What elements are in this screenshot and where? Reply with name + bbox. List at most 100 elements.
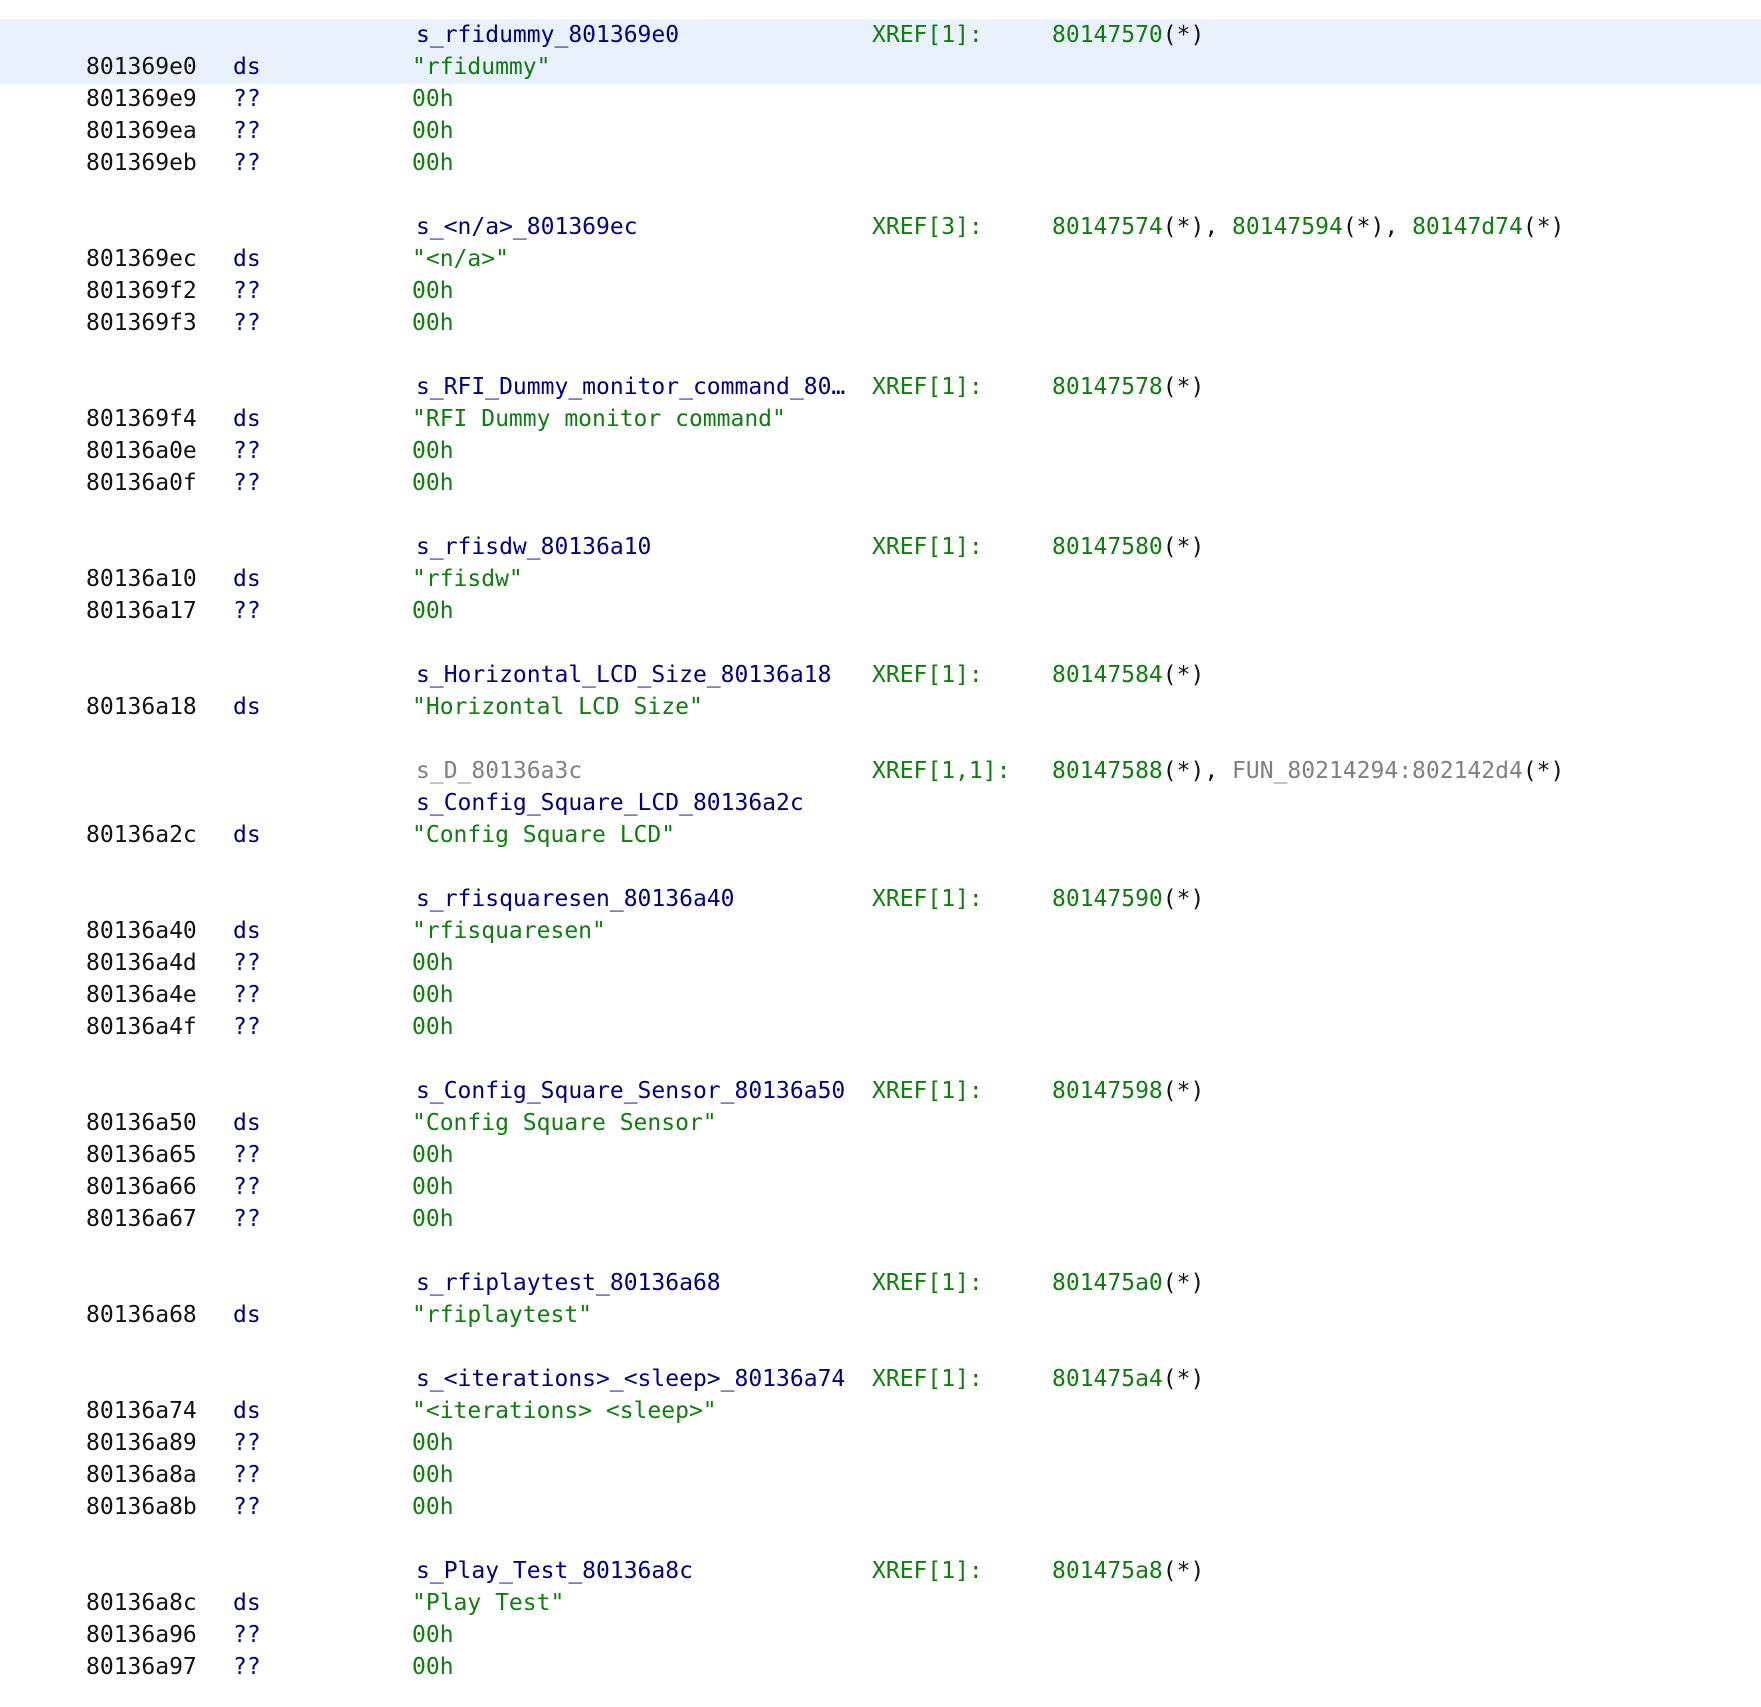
string-operand[interactable]: "rfidummy" xyxy=(412,51,550,83)
xref-address-link[interactable]: 801475a8 xyxy=(1052,1558,1163,1584)
code-unit-row[interactable]: 80136a8a?? 00h xyxy=(0,1459,1761,1491)
string-operand[interactable]: "rfisquaresen" xyxy=(412,915,606,947)
mnemonic[interactable]: ds xyxy=(233,243,261,275)
address[interactable]: 80136a4f xyxy=(86,1011,197,1043)
code-unit-row[interactable]: 80136a96?? 00h xyxy=(0,1619,1761,1651)
address[interactable]: 80136a40 xyxy=(86,915,197,947)
byte-operand[interactable]: 00h xyxy=(412,1171,454,1203)
code-unit-row[interactable]: 80136a68 ds "rfiplaytest" xyxy=(0,1299,1761,1331)
code-unit-row[interactable]: 80136a0e?? 00h xyxy=(0,435,1761,467)
mnemonic[interactable]: ?? xyxy=(233,1459,261,1491)
label-row[interactable]: s_rfisquaresen_80136a40 XREF[1]: 80147590(… xyxy=(0,883,1761,915)
code-unit-row[interactable]: 80136a0f?? 00h xyxy=(0,467,1761,499)
label-row[interactable]: s_Config_Square_LCD_80136a2c xyxy=(0,787,1761,819)
mnemonic[interactable]: ?? xyxy=(233,979,261,1011)
xref-address-link[interactable]: 80147588 xyxy=(1052,758,1163,784)
xref-address-link[interactable]: 80147584 xyxy=(1052,662,1163,688)
xref-address-link[interactable]: 80147d74 xyxy=(1412,214,1523,240)
address[interactable]: 80136a8a xyxy=(86,1459,197,1491)
mnemonic[interactable]: ds xyxy=(233,1587,261,1619)
code-unit-row[interactable]: 80136a4f?? 00h xyxy=(0,1011,1761,1043)
address[interactable]: 80136a68 xyxy=(86,1299,197,1331)
string-operand[interactable]: "Play Test" xyxy=(412,1587,564,1619)
mnemonic[interactable]: ?? xyxy=(233,1619,261,1651)
address[interactable]: 80136a2c xyxy=(86,819,197,851)
byte-operand[interactable]: 00h xyxy=(412,467,454,499)
address[interactable]: 80136a96 xyxy=(86,1619,197,1651)
xref-address-link[interactable]: FUN_80214294:802142d4 xyxy=(1232,758,1523,784)
address[interactable]: 80136a66 xyxy=(86,1171,197,1203)
string-operand[interactable]: "<n/a>" xyxy=(412,243,509,275)
symbol-label[interactable]: s_<n/a>_801369ec xyxy=(416,211,638,243)
address[interactable]: 80136a97 xyxy=(86,1651,197,1683)
label-row[interactable]: s_Play_Test_80136a8c XREF[1]: 801475a8(*) xyxy=(0,1555,1761,1587)
code-unit-row[interactable]: 80136a67?? 00h xyxy=(0,1203,1761,1235)
address[interactable]: 80136a8c xyxy=(86,1587,197,1619)
mnemonic[interactable]: ds xyxy=(233,1107,261,1139)
mnemonic[interactable]: ?? xyxy=(233,147,261,179)
code-unit-row[interactable]: 80136a40 ds "rfisquaresen" xyxy=(0,915,1761,947)
disassembly-listing[interactable]: s_rfidummy_801369e0 XREF[1]: 80147570(*) 80… xyxy=(0,19,1761,1683)
code-unit-row[interactable]: 80136a89?? 00h xyxy=(0,1427,1761,1459)
mnemonic[interactable]: ds xyxy=(233,915,261,947)
code-unit-row[interactable]: 80136a8c ds "Play Test" xyxy=(0,1587,1761,1619)
byte-operand[interactable]: 00h xyxy=(412,1139,454,1171)
code-unit-row[interactable]: 80136a74 ds "<iterations> <sleep>" xyxy=(0,1395,1761,1427)
symbol-label[interactable]: s_<iterations>_<sleep>_80136a74 xyxy=(416,1363,845,1395)
mnemonic[interactable]: ?? xyxy=(233,83,261,115)
code-unit-row[interactable]: 80136a2c ds "Config Square LCD" xyxy=(0,819,1761,851)
address[interactable]: 80136a4d xyxy=(86,947,197,979)
label-row[interactable]: s_rfiplaytest_80136a68 XREF[1]: 801475a0(*… xyxy=(0,1267,1761,1299)
label-row[interactable]: s_rfisdw_80136a10 XREF[1]: 80147580(*) xyxy=(0,531,1761,563)
byte-operand[interactable]: 00h xyxy=(412,115,454,147)
byte-operand[interactable]: 00h xyxy=(412,1427,454,1459)
symbol-label[interactable]: s_rfidummy_801369e0 xyxy=(416,19,679,51)
byte-operand[interactable]: 00h xyxy=(412,1011,454,1043)
mnemonic[interactable]: ?? xyxy=(233,1139,261,1171)
byte-operand[interactable]: 00h xyxy=(412,275,454,307)
xref-address-link[interactable]: 80147570 xyxy=(1052,22,1163,48)
code-unit-row[interactable]: 801369f2?? 00h xyxy=(0,275,1761,307)
string-operand[interactable]: "rfiplaytest" xyxy=(412,1299,592,1331)
symbol-label[interactable]: s_rfisquaresen_80136a40 xyxy=(416,883,735,915)
code-unit-row[interactable]: 801369f3?? 00h xyxy=(0,307,1761,339)
byte-operand[interactable]: 00h xyxy=(412,435,454,467)
address[interactable]: 80136a18 xyxy=(86,691,197,723)
label-row[interactable]: s_Horizontal_LCD_Size_80136a18 XREF[1]: 80… xyxy=(0,659,1761,691)
code-unit-row[interactable]: 80136a66?? 00h xyxy=(0,1171,1761,1203)
byte-operand[interactable]: 00h xyxy=(412,979,454,1011)
byte-operand[interactable]: 00h xyxy=(412,307,454,339)
xref-address-link[interactable]: 80147580 xyxy=(1052,534,1163,560)
mnemonic[interactable]: ?? xyxy=(233,1171,261,1203)
address[interactable]: 80136a65 xyxy=(86,1139,197,1171)
mnemonic[interactable]: ds xyxy=(233,403,261,435)
symbol-label[interactable]: s_rfiplaytest_80136a68 xyxy=(416,1267,721,1299)
symbol-label[interactable]: s_Config_Square_LCD_80136a2c xyxy=(416,787,804,819)
label-row[interactable]: s_<n/a>_801369ec XREF[3]: 80147574(*), 801… xyxy=(0,211,1761,243)
label-row[interactable]: s_RFI_Dummy_monitor_command_80… XREF[1]: 8… xyxy=(0,371,1761,403)
code-unit-row[interactable]: 80136a18 ds "Horizontal LCD Size" xyxy=(0,691,1761,723)
address[interactable]: 801369e0 xyxy=(86,51,197,83)
code-unit-row[interactable]: 80136a8b?? 00h xyxy=(0,1491,1761,1523)
xref-address-link[interactable]: 80147574 xyxy=(1052,214,1163,240)
code-unit-row[interactable]: 80136a17?? 00h xyxy=(0,595,1761,627)
symbol-label[interactable]: s_D_80136a3c xyxy=(416,755,582,787)
symbol-label[interactable]: s_RFI_Dummy_monitor_command_80… xyxy=(416,371,845,403)
string-operand[interactable]: "RFI Dummy monitor command" xyxy=(412,403,786,435)
mnemonic[interactable]: ?? xyxy=(233,595,261,627)
string-operand[interactable]: "Config Square LCD" xyxy=(412,819,675,851)
byte-operand[interactable]: 00h xyxy=(412,1491,454,1523)
mnemonic[interactable]: ?? xyxy=(233,275,261,307)
xref-address-link[interactable]: 801475a4 xyxy=(1052,1366,1163,1392)
code-unit-row[interactable]: 80136a50 ds "Config Square Sensor" xyxy=(0,1107,1761,1139)
code-unit-row[interactable]: 80136a10 ds "rfisdw" xyxy=(0,563,1761,595)
mnemonic[interactable]: ds xyxy=(233,1299,261,1331)
address[interactable]: 80136a0e xyxy=(86,435,197,467)
byte-operand[interactable]: 00h xyxy=(412,1459,454,1491)
address[interactable]: 80136a17 xyxy=(86,595,197,627)
address[interactable]: 801369ea xyxy=(86,115,197,147)
string-operand[interactable]: "<iterations> <sleep>" xyxy=(412,1395,717,1427)
mnemonic[interactable]: ?? xyxy=(233,1203,261,1235)
mnemonic[interactable]: ds xyxy=(233,51,261,83)
code-unit-row[interactable]: 801369e9?? 00h xyxy=(0,83,1761,115)
